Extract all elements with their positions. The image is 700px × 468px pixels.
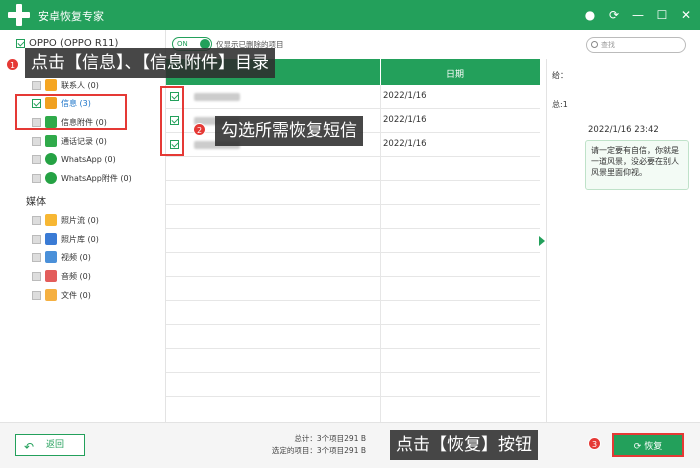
highlight-box-checkboxes — [160, 86, 184, 156]
row-date: 2022/1/16 — [383, 91, 427, 101]
restore-button[interactable]: ⟳ 恢复 — [612, 433, 684, 457]
row-date: 2022/1/16 — [383, 115, 427, 125]
sidebar-item-photo-stream[interactable]: 照片流 (0) — [32, 213, 99, 227]
search-input[interactable]: 查找 — [586, 37, 686, 53]
sidebar-item-label: 联系人 (0) — [61, 80, 99, 90]
step-badge-1: 1 — [6, 58, 19, 71]
phone-icon — [45, 135, 57, 147]
back-label: 返回 — [46, 440, 65, 450]
sidebar-item-whatsapp-attachments[interactable]: WhatsApp附件 (0) — [32, 171, 132, 185]
total-stats: 总计：3个项目291 B — [294, 434, 366, 443]
sidebar-item-label: 视频 (0) — [61, 252, 91, 262]
search-icon — [591, 41, 598, 48]
minimize-button[interactable]: — — [630, 7, 646, 23]
checkbox[interactable] — [32, 215, 41, 225]
table-row[interactable]: 2022/1/16 — [166, 85, 540, 109]
photo-stream-icon — [45, 214, 57, 226]
sidebar-item-label: 照片库 (0) — [61, 234, 99, 244]
close-button[interactable]: ✕ — [678, 7, 694, 23]
checkbox[interactable] — [32, 271, 41, 281]
checkbox[interactable] — [32, 290, 41, 300]
selection-stats: 总计：3个项目291 B 选定的项目：3个项目291 B — [254, 433, 366, 457]
sidebar-item-audio[interactable]: 音频 (0) — [32, 269, 91, 283]
whatsapp-attachment-icon — [45, 172, 57, 184]
title-bar: 安卓恢复专家 ● ⟳ — ☐ ✕ — [0, 0, 700, 30]
checkbox[interactable] — [32, 252, 41, 262]
message-table: 日期 2022/1/16 2022/1/16 2022/1/16 — [166, 59, 540, 422]
folder-icon — [45, 289, 57, 301]
checkbox[interactable] — [32, 234, 41, 244]
video-icon — [45, 251, 57, 263]
feedback-icon[interactable]: ● — [582, 7, 598, 23]
whatsapp-icon — [45, 153, 57, 165]
message-time: 2022/1/16 23:42 — [588, 125, 659, 135]
sidebar-item-video[interactable]: 视频 (0) — [32, 250, 91, 264]
sidebar-item-label: 照片流 (0) — [61, 215, 99, 225]
expand-panel-icon[interactable] — [539, 236, 545, 246]
checkbox[interactable] — [32, 136, 41, 146]
audio-icon — [45, 270, 57, 282]
highlight-box-folders — [15, 94, 127, 130]
contacts-icon — [45, 79, 57, 91]
tutorial-step-2: 勾选所需恢复短信 — [215, 116, 363, 146]
sidebar-item-call-log[interactable]: 通话记录 (0) — [32, 134, 107, 148]
tutorial-step-1: 点击【信息】、【信息附件】目录 — [25, 48, 275, 78]
recipient-label: 给： — [552, 71, 568, 80]
step-badge-2: 2 — [193, 123, 206, 136]
sidebar-item-label: 文件 (0) — [61, 290, 91, 300]
checkbox[interactable] — [32, 173, 41, 183]
app-logo-icon — [8, 4, 30, 26]
media-section-label: 媒体 — [26, 197, 46, 208]
message-detail-panel — [546, 59, 700, 422]
toggle-state: ON — [177, 40, 188, 48]
selected-stats: 选定的项目：3个项目291 B — [271, 446, 366, 455]
restore-icon: ⟳ — [633, 442, 642, 452]
row-date: 2022/1/16 — [383, 139, 427, 149]
sidebar-item-label: WhatsApp (0) — [61, 154, 116, 164]
sidebar-item-whatsapp[interactable]: WhatsApp (0) — [32, 152, 116, 166]
blurred-contact — [194, 93, 240, 101]
back-button[interactable]: ↶ 返回 — [15, 434, 85, 456]
step-badge-3: 3 — [588, 437, 601, 450]
tutorial-step-3: 点击【恢复】按钮 — [390, 430, 538, 460]
refresh-icon[interactable]: ⟳ — [606, 7, 622, 23]
checkbox[interactable] — [32, 154, 41, 164]
photo-library-icon — [45, 233, 57, 245]
sidebar-item-label: 音频 (0) — [61, 271, 91, 281]
sidebar-item-photo-library[interactable]: 照片库 (0) — [32, 232, 99, 246]
app-title: 安卓恢复专家 — [38, 10, 104, 23]
sidebar-item-files[interactable]: 文件 (0) — [32, 288, 91, 302]
device-checkbox[interactable] — [16, 39, 25, 48]
message-bubble: 请一定要有自信，你就是一道风景，没必要在别人风景里面仰视。 — [585, 140, 689, 190]
sidebar-item-contacts[interactable]: 联系人 (0) — [32, 78, 99, 92]
checkbox[interactable] — [32, 80, 41, 90]
date-column-header[interactable]: 日期 — [446, 67, 464, 80]
maximize-button[interactable]: ☐ — [654, 7, 670, 23]
detail-total: 总:1 — [552, 100, 568, 109]
sidebar-item-label: WhatsApp附件 (0) — [61, 173, 132, 183]
sidebar-item-label: 通话记录 (0) — [61, 136, 107, 146]
restore-label: 恢复 — [644, 442, 663, 452]
back-arrow-icon: ↶ — [24, 440, 35, 454]
search-placeholder: 查找 — [601, 41, 615, 49]
